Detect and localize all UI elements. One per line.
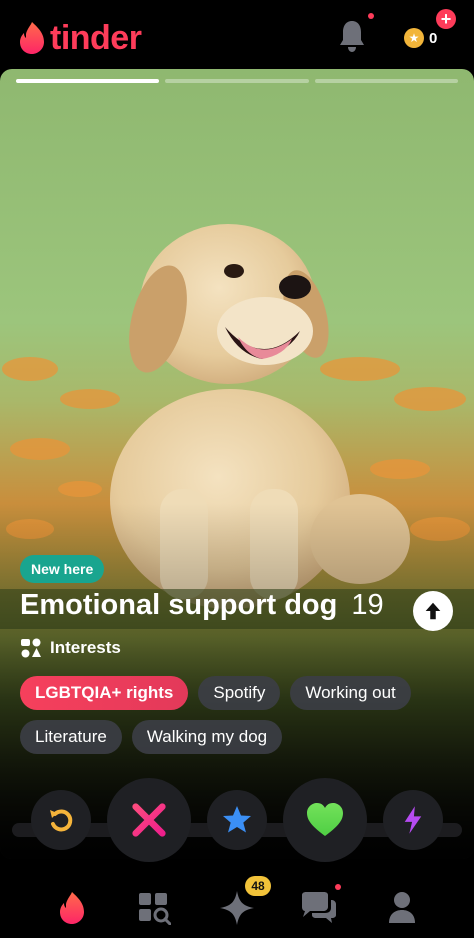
nav-messages[interactable] [298, 888, 338, 928]
arrow-up-icon [425, 602, 441, 620]
rewind-button[interactable] [31, 790, 91, 850]
heart-icon [307, 803, 343, 836]
likes-count-badge: 48 [245, 876, 271, 896]
rewind-icon [50, 809, 73, 832]
interest-chip: Literature [20, 720, 122, 754]
tinder-logo[interactable]: tinder [18, 18, 142, 58]
profile-icon [389, 892, 415, 923]
open-profile-button[interactable] [413, 591, 453, 631]
super-like-button[interactable] [207, 790, 267, 850]
notification-dot [368, 13, 374, 19]
explore-icon [139, 893, 171, 925]
interests-heading: Interests [20, 637, 121, 659]
coin-count: 0 [429, 29, 438, 47]
notifications-button[interactable] [336, 18, 368, 54]
coin-icon: ★ [404, 28, 424, 48]
photo-indicator [16, 79, 160, 83]
boost-button[interactable] [383, 790, 443, 850]
interests-label: Interests [50, 638, 121, 657]
profile-name-row: Emotional support dog 19 [20, 589, 384, 622]
profile-age: 19 [351, 589, 384, 621]
nav-explore[interactable] [134, 888, 174, 928]
new-here-badge: New here [20, 555, 105, 583]
swipe-actions [0, 776, 474, 866]
sparkle-icon [220, 891, 254, 925]
interest-chip: LGBTQIA+ rights [20, 676, 189, 710]
bell-icon [340, 21, 364, 52]
interest-chip: Working out [290, 676, 411, 710]
flame-icon [60, 892, 84, 924]
coins-balance[interactable]: ★ 0 [404, 24, 437, 52]
nav-home[interactable] [52, 888, 92, 928]
logo-text: tinder [50, 19, 142, 57]
photo-indicator [314, 79, 458, 83]
nav-profile[interactable] [382, 888, 422, 928]
interest-chip: Walking my dog [131, 720, 283, 754]
bottom-nav: 48 [0, 866, 474, 938]
interests-icon [21, 638, 41, 658]
messages-dot [335, 884, 341, 890]
add-coins-button[interactable]: + [436, 9, 456, 29]
top-bar: tinder ★ 0 + [0, 0, 474, 72]
lightning-icon [404, 806, 422, 834]
photo-progress [16, 79, 458, 83]
chat-icon [302, 892, 336, 923]
flame-logo-icon [20, 22, 44, 54]
profile-card[interactable]: New here Emotional support dog 19 Intere… [0, 69, 474, 859]
profile-name: Emotional support dog [20, 589, 338, 621]
interests-list: LGBTQIA+ rights Spotify Working out Lite… [20, 676, 460, 754]
nope-button[interactable] [107, 778, 191, 862]
x-icon [132, 803, 166, 837]
star-icon [223, 806, 251, 833]
interest-chip: Spotify [198, 676, 281, 710]
like-button[interactable] [283, 778, 367, 862]
photo-indicator [165, 79, 309, 83]
